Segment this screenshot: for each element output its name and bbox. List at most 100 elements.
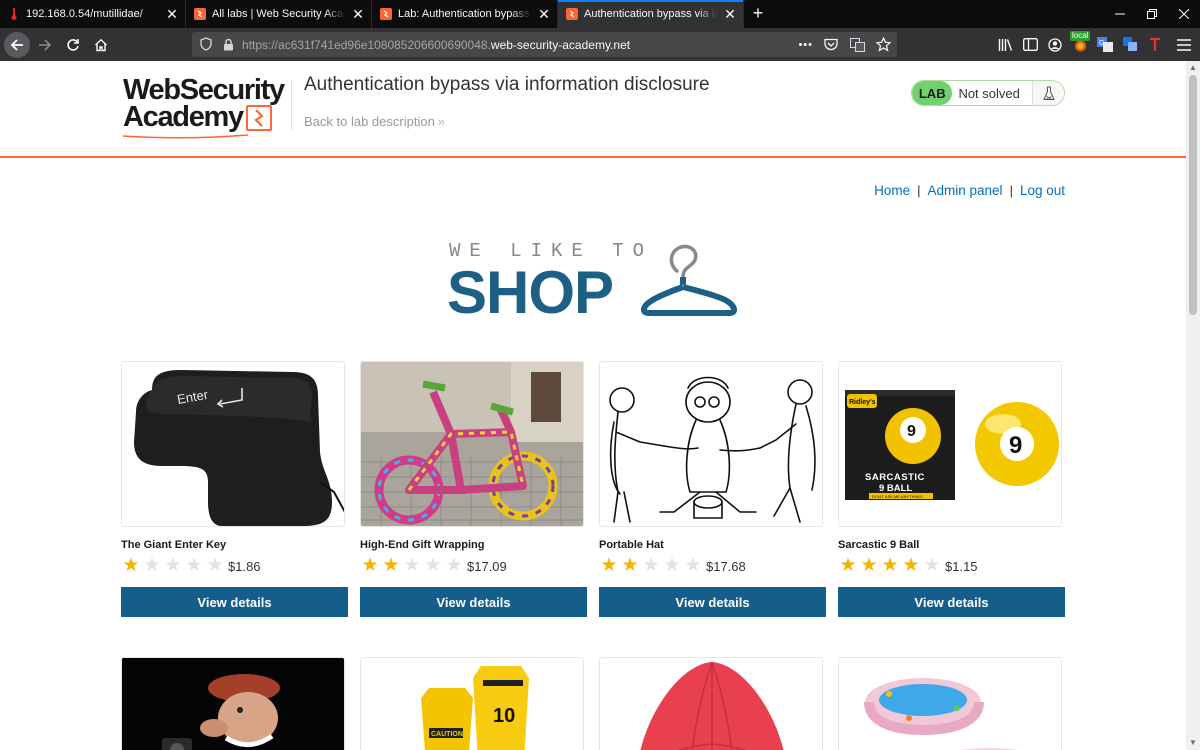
wsa-icon bbox=[380, 8, 392, 20]
shop-banner: WE LIKE TO SHOP bbox=[447, 239, 743, 324]
back-button[interactable] bbox=[4, 31, 30, 58]
lab-status-text: Not solved bbox=[958, 85, 1020, 101]
page-scrollbar[interactable]: ▲ ▼ bbox=[1186, 61, 1200, 750]
view-details-button[interactable]: View details bbox=[838, 587, 1065, 617]
web-security-academy-logo[interactable]: WebSecurity Academy bbox=[123, 74, 291, 139]
url-text[interactable]: https://ac631f741ed96e108085206600690048… bbox=[242, 38, 630, 52]
t-extension-icon[interactable] bbox=[1147, 37, 1163, 53]
restore-icon[interactable] bbox=[1136, 0, 1168, 28]
lock-icon[interactable] bbox=[220, 36, 236, 52]
url-prefix: https://ac631f741ed96e108085206600690048… bbox=[242, 37, 491, 52]
product-image: 9 Ridley's SARCASTIC 9 BALL DON'T ASK ME… bbox=[838, 361, 1062, 527]
product-rating: ★ ★ ★ ★ ★ $1.86 bbox=[121, 555, 261, 576]
browser-tab-4-active[interactable]: Authentication bypass via information ✕ bbox=[558, 0, 744, 28]
star-filled-icon: ★ bbox=[839, 555, 857, 576]
portable-hat-drawing-image bbox=[600, 362, 822, 526]
wsa-icon bbox=[194, 8, 206, 20]
library-icon[interactable] bbox=[997, 37, 1013, 53]
product-price: $17.09 bbox=[467, 558, 507, 574]
browser-tab-1[interactable]: 192.168.0.54/mutillidae/ ✕ bbox=[0, 0, 186, 28]
product-price: $1.86 bbox=[228, 558, 261, 574]
logo-bolt-icon bbox=[245, 105, 272, 131]
box-line-1: SARCASTIC bbox=[865, 472, 925, 483]
address-bar[interactable]: https://ac631f741ed96e108085206600690048… bbox=[192, 32, 897, 57]
star-filled-icon: ★ bbox=[860, 555, 878, 576]
caution-signs-image: 10 CAUTION bbox=[361, 658, 583, 750]
lab-badge: LAB bbox=[912, 81, 953, 105]
toolbar-right: local G bbox=[997, 30, 1192, 57]
product-name: Sarcastic 9 Ball bbox=[838, 539, 920, 551]
sign-number: 10 bbox=[493, 705, 515, 727]
star-filled-icon: ★ bbox=[600, 555, 618, 576]
logo-underline bbox=[123, 134, 248, 139]
close-tab-icon[interactable]: ✕ bbox=[165, 7, 179, 21]
admin-panel-link[interactable]: Admin panel bbox=[928, 183, 1003, 198]
star-empty-icon: ★ bbox=[684, 555, 702, 576]
scroll-down-icon[interactable]: ▼ bbox=[1186, 736, 1200, 750]
pocket-icon[interactable] bbox=[823, 37, 839, 53]
tab-bar: 192.168.0.54/mutillidae/ ✕ All labs | We… bbox=[0, 0, 1200, 28]
close-tab-icon[interactable]: ✕ bbox=[351, 7, 365, 21]
close-tab-icon[interactable]: ✕ bbox=[537, 7, 551, 21]
red-umbrella-image bbox=[600, 658, 822, 750]
lab-title: Authentication bypass via information di… bbox=[304, 74, 710, 95]
scroll-up-icon[interactable]: ▲ bbox=[1186, 61, 1200, 75]
menu-icon[interactable] bbox=[1176, 37, 1192, 53]
gift-wrapped-bicycle-image bbox=[361, 362, 583, 526]
product-image bbox=[121, 657, 345, 750]
new-tab-button[interactable]: + bbox=[744, 0, 772, 28]
language-extension-icon[interactable] bbox=[1122, 37, 1138, 53]
url-domain: web-security-academy.net bbox=[490, 37, 631, 52]
page-actions-icon[interactable]: ••• bbox=[798, 39, 813, 51]
logo-line-1: WebSecurity bbox=[123, 74, 285, 106]
star-empty-icon: ★ bbox=[403, 555, 421, 576]
browser-tab-2[interactable]: All labs | Web Security Academy ✕ bbox=[186, 0, 372, 28]
thermometer-icon bbox=[8, 8, 20, 20]
star-empty-icon: ★ bbox=[185, 555, 203, 576]
view-details-button[interactable]: View details bbox=[599, 587, 826, 617]
inflatable-pool-image bbox=[839, 658, 1061, 750]
box-ball-number: 9 bbox=[907, 423, 916, 440]
extension-badge: local bbox=[1070, 30, 1091, 41]
product-name: Portable Hat bbox=[599, 539, 664, 551]
tab-title: Lab: Authentication bypass via bbox=[398, 8, 531, 20]
star-empty-icon: ★ bbox=[424, 555, 442, 576]
translator-extension-icon[interactable]: G bbox=[1097, 37, 1113, 53]
account-icon[interactable] bbox=[1047, 37, 1063, 53]
view-details-button[interactable]: View details bbox=[360, 587, 587, 617]
sarcastic-9-ball-image: 9 Ridley's SARCASTIC 9 BALL DON'T ASK ME… bbox=[839, 362, 1061, 526]
minimize-icon[interactable] bbox=[1104, 0, 1136, 28]
reload-button[interactable] bbox=[60, 32, 86, 58]
tab-title: Authentication bypass via information bbox=[584, 8, 717, 20]
tab-title: All labs | Web Security Academy bbox=[212, 8, 345, 20]
product-image bbox=[599, 361, 823, 527]
svg-text:G: G bbox=[1099, 40, 1104, 47]
log-out-link[interactable]: Log out bbox=[1020, 183, 1065, 198]
product-image: Enter bbox=[121, 361, 345, 527]
back-to-lab-description-link[interactable]: Back to lab description» bbox=[304, 114, 445, 129]
view-details-button[interactable]: View details bbox=[121, 587, 348, 617]
url-action-icons: ••• bbox=[798, 32, 891, 57]
shield-icon[interactable] bbox=[198, 36, 214, 52]
star-empty-icon: ★ bbox=[642, 555, 660, 576]
star-filled-icon: ★ bbox=[881, 555, 899, 576]
tab-title: 192.168.0.54/mutillidae/ bbox=[26, 8, 143, 20]
home-button[interactable] bbox=[88, 32, 114, 58]
logo-line-2: Academy bbox=[123, 103, 291, 132]
translate-icon[interactable] bbox=[849, 37, 865, 53]
scrollbar-thumb[interactable] bbox=[1189, 75, 1197, 315]
home-link[interactable]: Home bbox=[874, 183, 910, 198]
star-filled-icon: ★ bbox=[122, 555, 140, 576]
sidebar-icon[interactable] bbox=[1022, 37, 1038, 53]
header-divider bbox=[291, 81, 292, 131]
foxyproxy-extension-icon[interactable]: local bbox=[1070, 30, 1091, 53]
nav-separator: | bbox=[917, 183, 921, 198]
box-tag: DON'T ASK ME ANYTHING! bbox=[872, 494, 923, 499]
browser-tab-3[interactable]: Lab: Authentication bypass via ✕ bbox=[372, 0, 558, 28]
bookmark-star-icon[interactable] bbox=[875, 37, 891, 53]
close-tab-icon[interactable]: ✕ bbox=[723, 7, 737, 21]
close-window-icon[interactable] bbox=[1168, 0, 1200, 28]
forward-button[interactable] bbox=[32, 32, 58, 58]
star-empty-icon: ★ bbox=[143, 555, 161, 576]
star-empty-icon: ★ bbox=[663, 555, 681, 576]
